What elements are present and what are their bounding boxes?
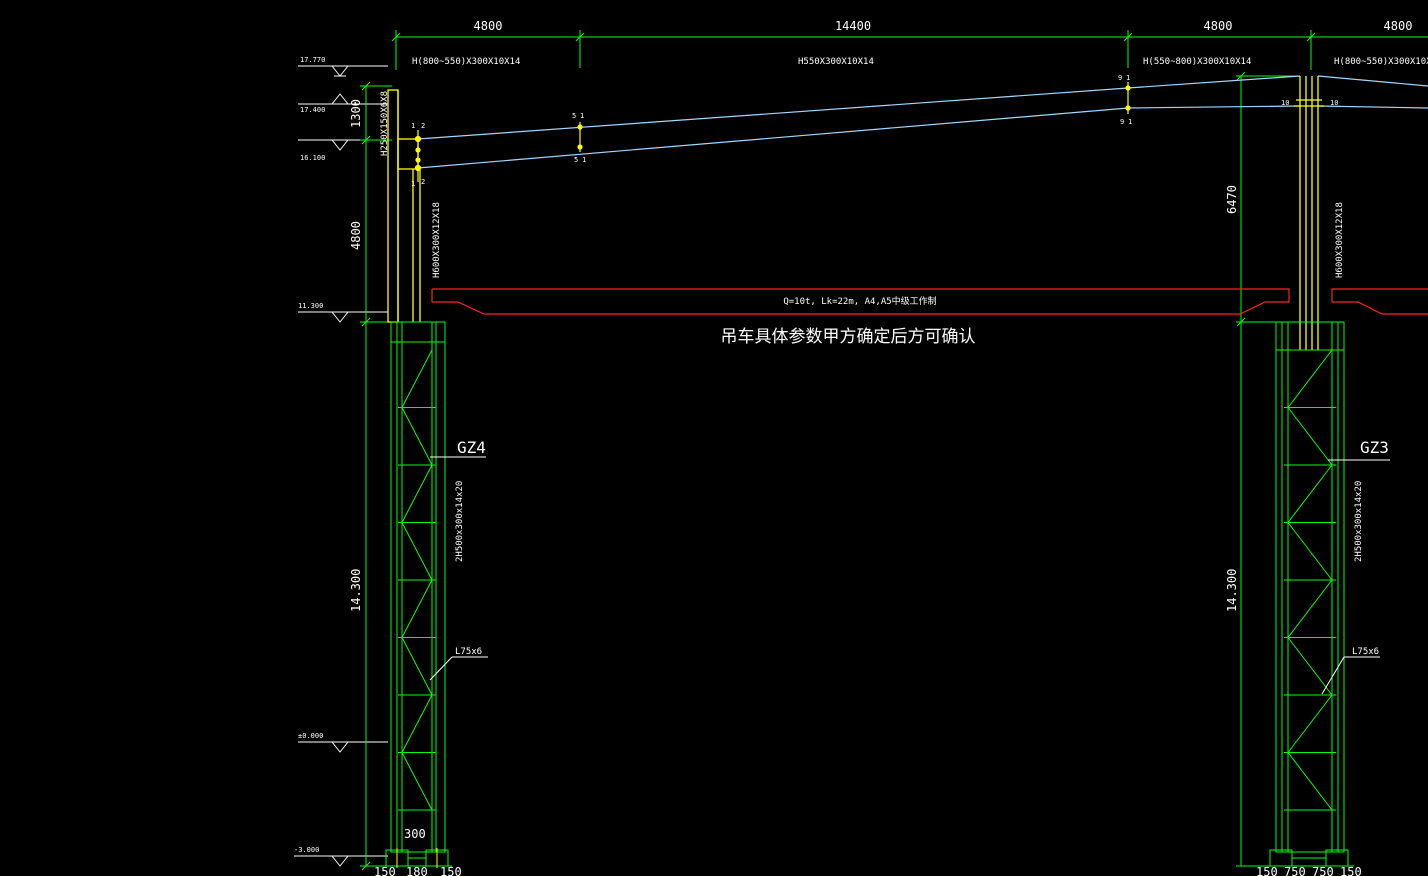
base-dim-left-300: 300 [404, 827, 426, 841]
angle-label-left: L75x6 [455, 647, 482, 657]
vdim-right-d1: 6470 [1225, 185, 1239, 214]
section-right-upper: H600X300X12X18 [1335, 202, 1345, 278]
vdim-left-d3: 14.300 [349, 569, 363, 612]
node-label-n1a: 1 [411, 122, 415, 130]
dim-bay1: 4800 [474, 19, 503, 33]
node-label-n2b: 2 [421, 178, 425, 186]
base-dim-left-a: 150 [374, 865, 396, 876]
elevation-e1: 17.770 [300, 56, 325, 64]
elevation-e5: ±0.000 [298, 732, 323, 740]
node-label-n3a: 5 [572, 112, 576, 120]
node-label-n2a: 1 [411, 180, 415, 188]
vdim-right-d2: 14.300 [1225, 569, 1239, 612]
drawing-background [0, 0, 1428, 876]
angle-label-right: L75x6 [1352, 647, 1379, 657]
column-tag-left: GZ4 [457, 438, 486, 457]
vdim-left-d1: 1300 [349, 99, 363, 128]
elevation-e4: 11.300 [298, 302, 323, 310]
elevation-e6: -3.000 [294, 846, 319, 854]
dim-bay2: 14400 [835, 19, 871, 33]
node-label-n5b: 1 [1126, 74, 1130, 82]
crane-note: 吊车具体参数甲方确定后方可确认 [721, 327, 976, 347]
node-label-n6b: 1 [1128, 118, 1132, 126]
dim-bay3: 4800 [1204, 19, 1233, 33]
crane-spec: Q=10t, Lk=22m, A4,A5中级工作制 [783, 295, 936, 307]
node-label-n3b: 1 [580, 112, 584, 120]
section-left-upper: H600X300X12X18 [432, 202, 442, 278]
node-label-n1b: 2 [421, 122, 425, 130]
beam-label-seg4: H(800~550)X300X10X14 [1334, 57, 1428, 67]
node-label-n6a: 9 [1120, 118, 1124, 126]
elevation-e3: 16.100 [300, 154, 325, 162]
beam-label-seg1: H(800~550)X300X10X14 [412, 57, 520, 67]
node-label-n4b: 1 [582, 156, 586, 164]
beam-label-seg3: H(550~800)X300X10X14 [1143, 57, 1251, 67]
node-label-n7a: 10 [1281, 99, 1289, 107]
base-dim-left-c: 150 [440, 865, 462, 876]
cad-drawing-canvas: 4800 14400 4800 4800 H(800~550)X300X10X1… [0, 0, 1428, 876]
column-tag-right: GZ3 [1360, 438, 1389, 457]
base-dim-right-a: 150 [1256, 865, 1278, 876]
dim-bay4: 4800 [1384, 19, 1413, 33]
beam-label-seg2: H550X300X10X14 [798, 57, 874, 67]
section-right-lattice: 2H500x300x14x20 [1354, 481, 1364, 562]
base-dim-right-c: 750 [1312, 865, 1334, 876]
base-dim-right-d: 150 [1340, 865, 1362, 876]
section-left-lattice: 2H500x300x14x20 [455, 481, 465, 562]
vdim-left-d2: 4800 [349, 221, 363, 250]
elevation-e2: 17.400 [300, 106, 325, 114]
node-label-n7b: 10 [1330, 99, 1338, 107]
base-dim-left-b: 180 [406, 865, 428, 876]
section-left-top: H250X150X6X8 [380, 91, 390, 156]
node-label-n5a: 9 [1118, 74, 1122, 82]
node-label-n4a: 5 [574, 156, 578, 164]
base-dim-right-b: 750 [1284, 865, 1306, 876]
